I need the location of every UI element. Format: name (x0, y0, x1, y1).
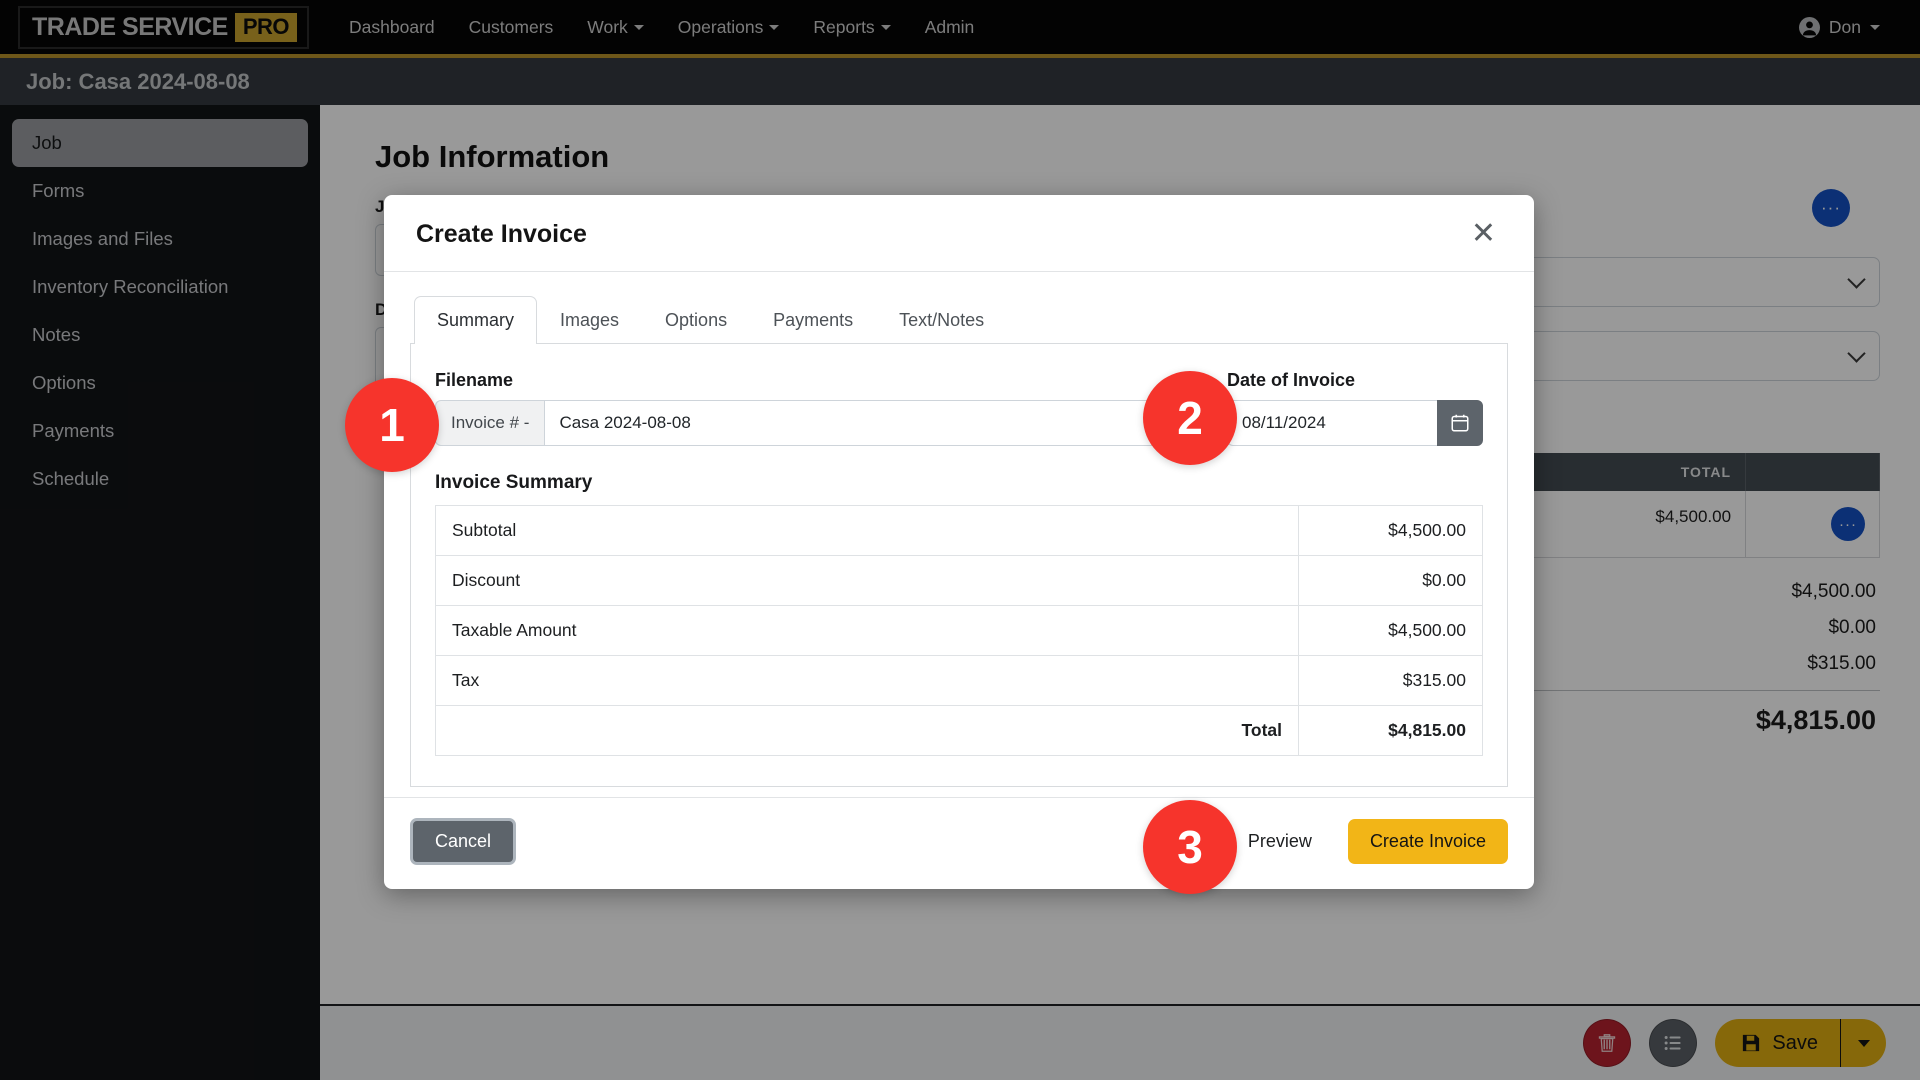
tab-options-label: Options (665, 310, 727, 330)
date-field-group: Date of Invoice (1227, 370, 1483, 446)
tab-payments-label: Payments (773, 310, 853, 330)
modal-title: Create Invoice (416, 220, 587, 249)
summary-discount-value: $0.00 (1299, 556, 1483, 606)
summary-panel: Filename Invoice # - Date of Invoice (410, 344, 1508, 787)
step-badge-3: 3 (1143, 800, 1237, 894)
tab-payments[interactable]: Payments (750, 296, 876, 344)
step-badge-1: 1 (345, 378, 439, 472)
date-of-invoice-input[interactable] (1227, 400, 1437, 446)
summary-total-value: $4,815.00 (1299, 706, 1483, 756)
date-input-group (1227, 400, 1483, 446)
summary-tax-value: $315.00 (1299, 656, 1483, 706)
tab-images[interactable]: Images (537, 296, 642, 344)
summary-row-tax: Tax $315.00 (436, 656, 1483, 706)
invoice-summary-table: Subtotal $4,500.00 Discount $0.00 Taxabl… (435, 505, 1483, 756)
tab-images-label: Images (560, 310, 619, 330)
modal-footer: Cancel Preview Create Invoice (384, 797, 1534, 889)
tab-summary-label: Summary (437, 310, 514, 330)
cancel-button[interactable]: Cancel (410, 818, 516, 865)
date-of-invoice-label: Date of Invoice (1227, 370, 1483, 391)
modal-tabs: Summary Images Options Payments Text/Not… (410, 296, 1508, 344)
modal-footer-actions: Preview Create Invoice (1234, 819, 1508, 864)
create-invoice-button[interactable]: Create Invoice (1348, 819, 1508, 864)
summary-total-label: Total (436, 706, 1299, 756)
invoice-number-prefix: Invoice # - (435, 400, 544, 446)
summary-row-discount: Discount $0.00 (436, 556, 1483, 606)
tab-text-notes-label: Text/Notes (899, 310, 984, 330)
app-shell: TRADE SERVICE PRO Dashboard Customers Wo… (0, 0, 1920, 1080)
filename-label: Filename (435, 370, 1201, 391)
summary-subtotal-value: $4,500.00 (1299, 506, 1483, 556)
filename-field-group: Filename Invoice # - (435, 370, 1201, 446)
summary-row-subtotal: Subtotal $4,500.00 (436, 506, 1483, 556)
filename-input[interactable] (544, 400, 1201, 446)
filename-input-group: Invoice # - (435, 400, 1201, 446)
summary-taxable-amount-label: Taxable Amount (436, 606, 1299, 656)
create-invoice-modal: Create Invoice ✕ Summary Images Options … (384, 195, 1534, 889)
summary-discount-label: Discount (436, 556, 1299, 606)
summary-tax-label: Tax (436, 656, 1299, 706)
modal-body: Summary Images Options Payments Text/Not… (384, 272, 1534, 797)
tab-options[interactable]: Options (642, 296, 750, 344)
calendar-picker-button[interactable] (1437, 400, 1483, 446)
summary-taxable-amount-value: $4,500.00 (1299, 606, 1483, 656)
step-badge-2: 2 (1143, 371, 1237, 465)
summary-row-taxable-amount: Taxable Amount $4,500.00 (436, 606, 1483, 656)
close-icon[interactable]: ✕ (1465, 219, 1502, 249)
invoice-summary-title: Invoice Summary (435, 472, 1483, 494)
preview-button[interactable]: Preview (1234, 820, 1326, 863)
tab-summary[interactable]: Summary (414, 296, 537, 344)
modal-header: Create Invoice ✕ (384, 195, 1534, 272)
tab-text-notes[interactable]: Text/Notes (876, 296, 1007, 344)
summary-subtotal-label: Subtotal (436, 506, 1299, 556)
summary-row-total: Total $4,815.00 (436, 706, 1483, 756)
calendar-icon (1450, 413, 1470, 433)
